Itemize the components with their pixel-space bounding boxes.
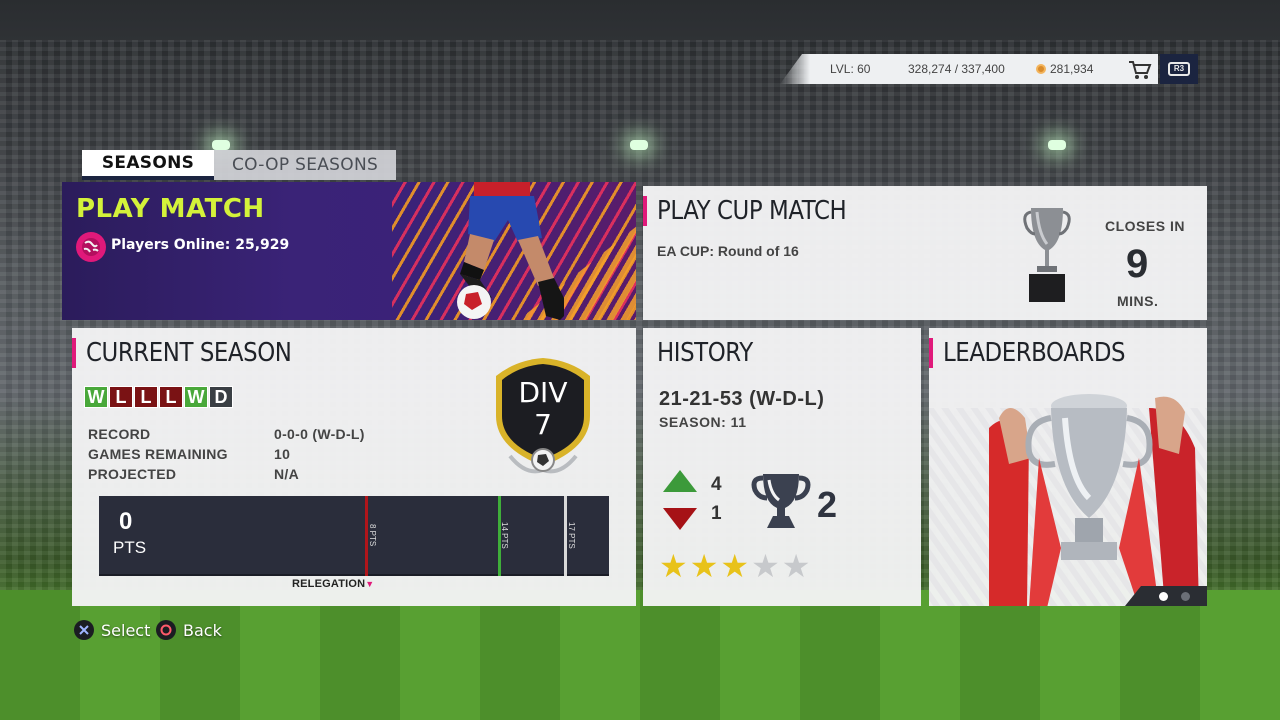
current-season-tile[interactable]: CURRENT SEASON W L L L W D RECORD 0-0-0 …	[72, 328, 636, 606]
select-label: Select	[101, 620, 151, 640]
titles-count: 2	[817, 484, 838, 525]
title-marker-label: 17 PTS	[567, 522, 576, 549]
pitch-background	[0, 590, 1280, 720]
coin-icon	[1036, 64, 1046, 74]
current-season-title: CURRENT SEASON	[86, 338, 292, 368]
cup-subtitle: EA CUP: Round of 16	[657, 243, 799, 259]
form-guide: W L L L W D	[84, 386, 233, 408]
triangle-down-icon: ▼	[365, 579, 375, 589]
relegations-count: 1	[711, 503, 722, 524]
cup-title: PLAY CUP MATCH	[657, 196, 847, 226]
form-result: W	[84, 386, 108, 408]
form-result: L	[159, 386, 183, 408]
promotions-count: 4	[711, 474, 722, 495]
record-label: RECORD	[88, 426, 151, 442]
leaderboards-tile[interactable]: LEADERBOARDS	[929, 328, 1207, 606]
back-hint[interactable]: Back	[156, 620, 222, 640]
star-icon: ★	[751, 548, 780, 584]
closes-in-label: CLOSES IN	[1105, 218, 1185, 234]
r3-button[interactable]: R3	[1160, 54, 1198, 84]
season-number: SEASON: 11	[659, 414, 747, 430]
tab-seasons[interactable]: SEASONS	[82, 150, 214, 180]
points-value: 0	[119, 508, 133, 535]
play-match-title: PLAY MATCH	[76, 194, 265, 224]
pager-dot-active[interactable]	[1159, 592, 1168, 601]
projected-label: PROJECTED	[88, 466, 177, 482]
floodlight	[630, 140, 648, 150]
history-title: HISTORY	[657, 338, 753, 368]
accent-bar	[929, 338, 933, 368]
floodlight	[212, 140, 230, 150]
accent-bar	[643, 196, 647, 226]
players-online-text: Players Online: 25,929	[111, 237, 290, 253]
form-result: W	[184, 386, 208, 408]
games-remaining-value: 10	[274, 446, 291, 462]
xp-text: 328,274 / 337,400	[908, 62, 1005, 76]
floodlight	[1048, 140, 1066, 150]
leaderboards-title: LEADERBOARDS	[943, 338, 1126, 368]
accent-bar	[72, 338, 76, 368]
history-record: 21-21-53 (W-D-L)	[659, 388, 825, 410]
promotion-arrow-icon	[663, 470, 697, 492]
points-label: PTS	[113, 538, 147, 557]
cross-button-icon	[74, 620, 94, 640]
games-remaining-label: GAMES REMAINING	[88, 446, 228, 462]
play-match-tile[interactable]: PLAY MATCH Players Online: 25,929	[62, 182, 636, 320]
projected-value: N/A	[274, 466, 300, 482]
closes-in-value: 9	[1126, 242, 1149, 286]
form-result: L	[134, 386, 158, 408]
coins-text: 281,934	[1050, 62, 1094, 76]
relegation-label: RELEGATION▼	[292, 578, 374, 590]
back-label: Back	[183, 620, 222, 640]
select-hint[interactable]: Select	[74, 620, 150, 640]
cup-trophy-icon	[1023, 208, 1071, 302]
star-icon: ★	[689, 548, 719, 584]
relegation-marker-label: 8 PTS	[368, 524, 377, 547]
tab-co-op-seasons[interactable]: CO-OP SEASONS	[214, 150, 396, 180]
level-text: LVL: 60	[830, 62, 871, 76]
circle-button-icon	[156, 620, 176, 640]
play-cup-match-tile[interactable]: PLAY CUP MATCH EA CUP: Round of 16 CLOSE…	[643, 186, 1207, 320]
promotion-marker-label: 14 PTS	[500, 522, 509, 549]
star-icon: ★	[659, 548, 688, 584]
pager-dot[interactable]	[1181, 592, 1190, 601]
relegation-arrow-icon	[663, 508, 697, 530]
r3-label: R3	[1168, 62, 1190, 76]
trophy-icon	[751, 474, 811, 528]
globe-icon	[76, 232, 106, 262]
status-bar: LVL: 60 328,274 / 337,400 281,934	[780, 54, 1158, 84]
form-result: D	[209, 386, 233, 408]
star-icon: ★	[720, 548, 750, 584]
division-number: 7	[534, 408, 552, 441]
star-rating: ★ ★ ★ ★ ★	[659, 550, 810, 582]
record-value: 0-0-0 (W-D-L)	[274, 426, 365, 442]
division-label: DIV	[518, 376, 568, 409]
closes-in-unit: MINS.	[1117, 293, 1159, 309]
trophy-celebration-image	[989, 394, 1199, 606]
division-badge: DIV 7	[490, 356, 596, 478]
points-progress-bar: 0 PTS 8 PTS 14 PTS 17 PTS	[99, 496, 609, 576]
form-result: L	[109, 386, 133, 408]
history-tile[interactable]: HISTORY 21-21-53 (W-D-L) SEASON: 11 4 1 …	[643, 328, 921, 606]
player-image	[457, 182, 564, 320]
relegation-text: RELEGATION	[292, 578, 366, 590]
star-icon: ★	[781, 548, 811, 584]
shopping-cart-icon[interactable]	[1128, 60, 1152, 80]
